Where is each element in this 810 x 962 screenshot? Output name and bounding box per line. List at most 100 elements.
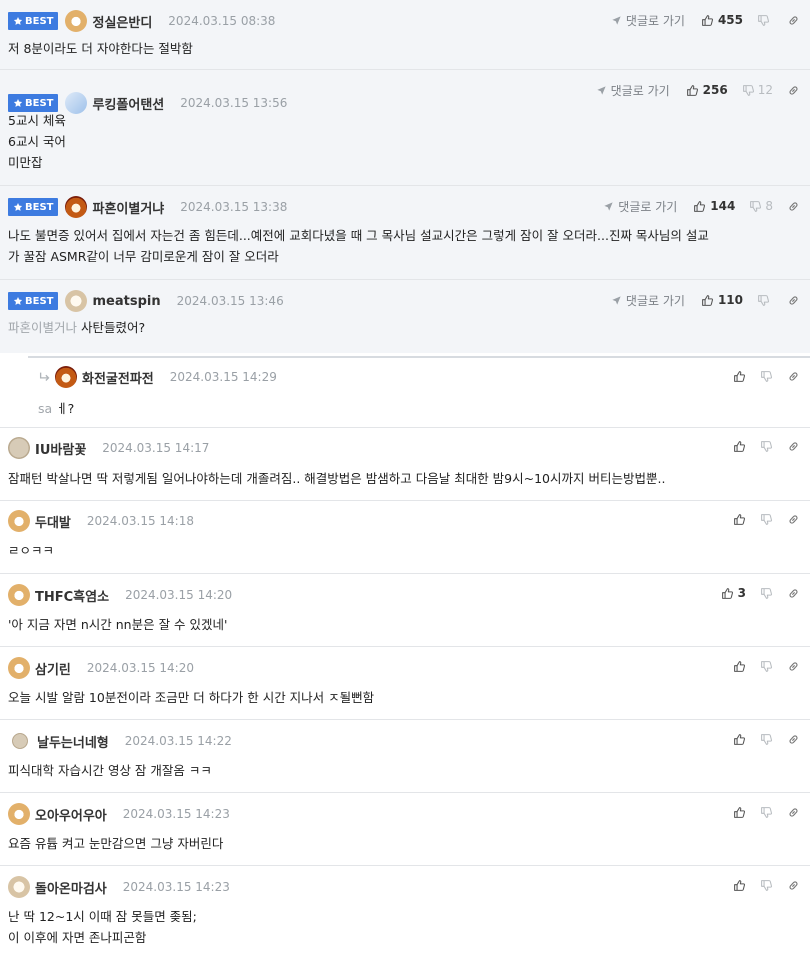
share-link-button[interactable] — [787, 294, 800, 307]
downvote-button[interactable] — [760, 587, 773, 600]
upvote-button[interactable]: 144 — [693, 199, 735, 213]
thumbs-up-icon — [733, 733, 746, 746]
go-to-reply-link[interactable]: 댓글로 가기 — [611, 292, 685, 309]
comment-line: 이 이후에 자면 존나피곤함 — [8, 930, 147, 945]
upvote-button[interactable] — [733, 440, 746, 453]
comment: BEST 파혼이별거냐 2024.03.15 13:38 댓글로 가기 144 … — [0, 186, 810, 280]
avatar[interactable] — [8, 876, 30, 898]
nickname[interactable]: 오아우어우아 — [35, 805, 107, 824]
nickname[interactable]: 두대발 — [35, 512, 71, 531]
thumbs-down-icon — [760, 370, 773, 383]
share-link-button[interactable] — [787, 587, 800, 600]
quoted-nickname[interactable]: 파혼이별거나 — [8, 320, 77, 335]
upvote-button[interactable] — [733, 660, 746, 673]
comment-body: 요즘 유튭 켜고 눈만감으면 그냥 자버린다 — [8, 833, 800, 854]
nickname[interactable]: 화전굴전파전 — [82, 368, 154, 387]
upvote-button[interactable]: 110 — [701, 293, 743, 307]
downvote-button[interactable] — [757, 14, 773, 27]
thumbs-down-icon — [760, 587, 773, 600]
upvote-button[interactable] — [733, 879, 746, 892]
downvote-button[interactable] — [760, 370, 773, 383]
nickname[interactable]: 정실은반디 — [92, 12, 152, 31]
link-icon — [787, 370, 800, 383]
upvote-button[interactable] — [733, 806, 746, 819]
avatar[interactable] — [8, 510, 30, 532]
send-icon — [596, 85, 607, 96]
downvote-button[interactable] — [760, 879, 773, 892]
thumbs-down-icon — [760, 660, 773, 673]
downvote-button[interactable] — [760, 513, 773, 526]
upvote-button[interactable]: 3 — [721, 586, 746, 600]
share-link-button[interactable] — [787, 879, 800, 892]
comment: IU바람꽃 2024.03.15 14:17 잠패턴 박살나면 딱 저렇게됨 일… — [0, 428, 810, 501]
upvote-button[interactable]: 455 — [701, 13, 743, 27]
downvote-button[interactable]: 8 — [749, 199, 773, 213]
comment-line: 미만잡 — [8, 155, 43, 170]
downvote-button[interactable] — [760, 440, 773, 453]
avatar[interactable] — [8, 584, 30, 606]
comment-line: 저 8분이라도 더 자야한다는 절박함 — [8, 41, 193, 56]
nickname[interactable]: 돌아온마검사 — [35, 878, 107, 897]
avatar[interactable] — [8, 657, 30, 679]
nickname[interactable]: meatspin — [92, 294, 160, 309]
comment-date: 2024.03.15 13:38 — [180, 200, 288, 214]
comment-line: 나도 불면증 있어서 집에서 자는건 좀 힘든데...예전에 교회다녔을 때 그… — [8, 228, 709, 243]
comment-body: 저 8분이라도 더 자야한다는 절박함 — [8, 38, 800, 59]
downvote-button[interactable] — [757, 294, 773, 307]
comment: BEST meatspin 2024.03.15 13:46 댓글로 가기 11… — [0, 280, 810, 353]
best-badge-label: BEST — [25, 97, 54, 109]
link-icon — [787, 200, 800, 213]
best-badge-label: BEST — [25, 15, 54, 27]
comment-line: 오늘 시발 알람 10분전이라 조금만 더 하다가 한 시간 지나서 ㅈ될뻔함 — [8, 690, 375, 705]
link-icon — [787, 294, 800, 307]
quoted-nickname[interactable]: sa — [38, 401, 52, 416]
avatar[interactable] — [12, 733, 28, 749]
avatar[interactable] — [65, 290, 88, 312]
comment-date: 2024.03.15 14:20 — [125, 588, 233, 602]
avatar[interactable] — [65, 10, 88, 32]
link-icon — [787, 733, 800, 746]
nickname[interactable]: IU바람꽃 — [35, 439, 86, 458]
go-to-reply-link[interactable]: 댓글로 가기 — [603, 198, 677, 215]
share-link-button[interactable] — [787, 440, 800, 453]
share-link-button[interactable] — [787, 370, 800, 383]
avatar[interactable] — [55, 366, 77, 388]
comment-body: 오늘 시발 알람 10분전이라 조금만 더 하다가 한 시간 지나서 ㅈ될뻔함 — [8, 687, 800, 708]
share-link-button[interactable] — [787, 200, 800, 213]
link-icon — [787, 14, 800, 27]
go-to-reply-link[interactable]: 댓글로 가기 — [611, 12, 685, 29]
share-link-button[interactable] — [787, 14, 800, 27]
link-icon — [787, 660, 800, 673]
reply-link-label: 댓글로 가기 — [610, 83, 670, 98]
avatar[interactable] — [8, 803, 30, 825]
downvote-button[interactable] — [760, 660, 773, 673]
comment: 두대발 2024.03.15 14:18 ㄹㅇㅋㅋ — [0, 501, 810, 574]
share-link-button[interactable] — [787, 84, 800, 97]
nickname[interactable]: 날두는너네형 — [37, 732, 109, 751]
comment-line: '아 지금 자면 n시간 nn분은 잘 수 있겠네' — [8, 617, 228, 632]
share-link-button[interactable] — [787, 660, 800, 673]
downvote-button[interactable]: 12 — [742, 83, 773, 97]
nickname[interactable]: 삼기린 — [35, 659, 71, 678]
nickname[interactable]: THFC흑염소 — [35, 586, 109, 605]
send-icon — [611, 295, 622, 306]
upvote-button[interactable] — [733, 513, 746, 526]
avatar[interactable] — [65, 196, 88, 218]
best-badge: BEST — [8, 198, 59, 216]
comment-text: ㅔ? — [56, 401, 75, 416]
nickname[interactable]: 파혼이별거냐 — [92, 198, 164, 217]
go-to-reply-link[interactable]: 댓글로 가기 — [596, 82, 670, 99]
downvote-button[interactable] — [760, 733, 773, 746]
upvote-button[interactable] — [733, 370, 746, 383]
avatar[interactable] — [8, 437, 30, 459]
upvote-count: 110 — [717, 293, 743, 307]
share-link-button[interactable] — [787, 513, 800, 526]
upvote-button[interactable] — [733, 733, 746, 746]
upvote-count: 144 — [710, 199, 736, 213]
upvote-button[interactable]: 256 — [686, 83, 728, 97]
share-link-button[interactable] — [787, 733, 800, 746]
downvote-button[interactable] — [760, 806, 773, 819]
comment-line: ㄹㅇㅋㅋ — [8, 543, 55, 558]
share-link-button[interactable] — [787, 806, 800, 819]
comment-body: 난 딱 12~1시 이때 잠 못들면 좆됨; 이 이후에 자면 존나피곤함 — [8, 906, 800, 948]
